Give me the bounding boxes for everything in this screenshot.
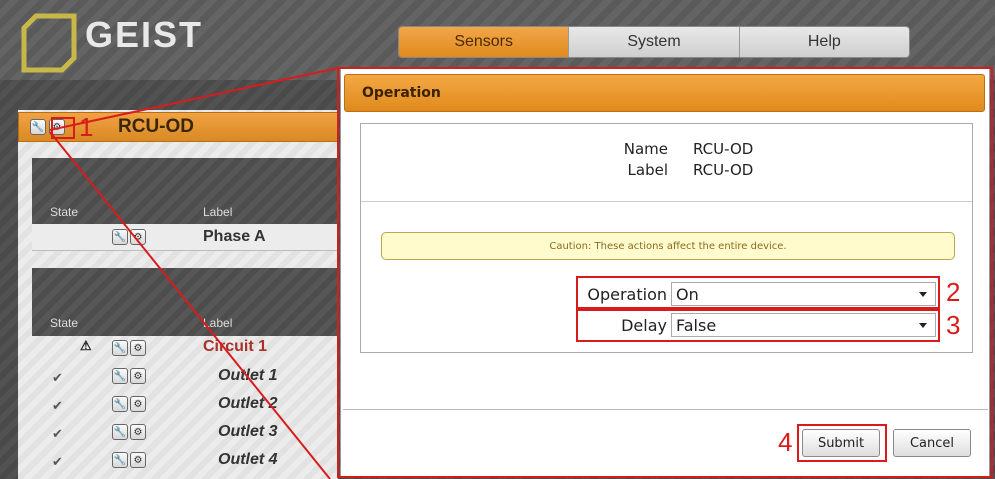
annotation-number-2: 2 [946,277,961,307]
annotation-box-3 [576,309,940,342]
annotation-box-1 [51,117,75,139]
annotation-lines [49,67,993,479]
annotation-number-1: 1 [79,112,94,142]
annotation-box-4 [797,424,887,462]
annotation-number-4: 4 [778,427,793,457]
annotation-box-2 [576,276,940,309]
annotation-number-3: 3 [946,310,961,340]
